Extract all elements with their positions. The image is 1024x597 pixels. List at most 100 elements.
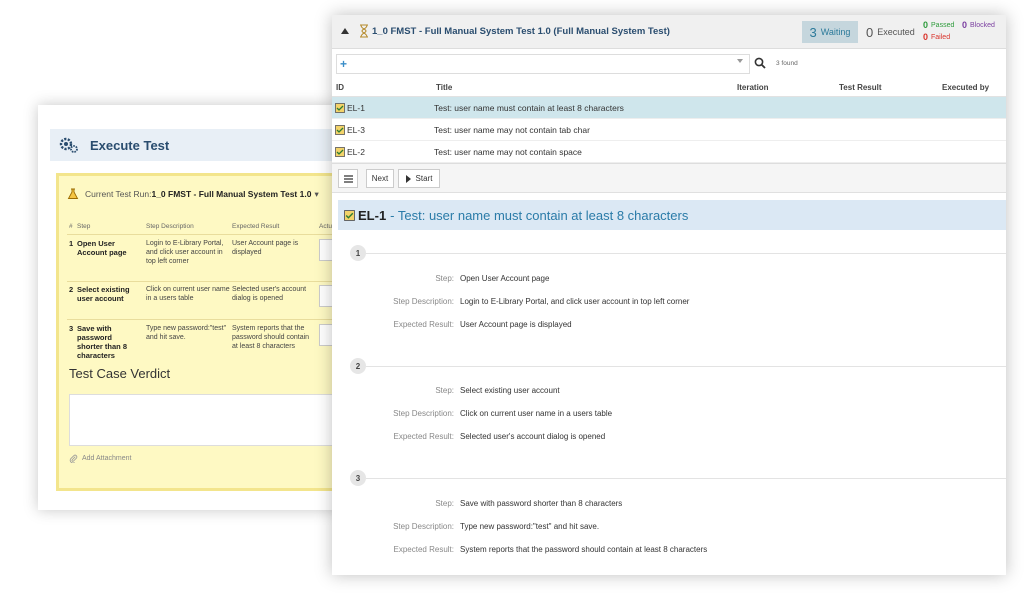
test-case-id: EL-1 [358, 207, 387, 223]
expected-result-label: Expected Result: [393, 432, 454, 441]
step-value: Save with password shorter than 8 charac… [460, 499, 623, 508]
row-title: Test: user name must contain at least 8 … [434, 103, 624, 113]
filter-dropdown-icon[interactable] [737, 59, 743, 63]
next-button[interactable]: Next [366, 169, 394, 188]
run-dropdown-caret-icon[interactable]: ▾ [314, 189, 318, 200]
col-iteration[interactable]: Iteration [737, 83, 769, 92]
step-number-badge: 3 [350, 470, 366, 486]
step-description-label: Step Description: [393, 297, 454, 306]
add-filter-icon[interactable]: + [340, 57, 347, 71]
step-number-badge: 2 [350, 358, 366, 374]
filter-input[interactable] [336, 54, 750, 74]
current-test-run-label: Current Test Run: [85, 189, 152, 199]
step-number: 3 [69, 324, 74, 333]
divider [67, 281, 343, 282]
verdict-title: Test Case Verdict [69, 366, 171, 381]
col-step: Step [77, 223, 91, 230]
blocked-filter[interactable]: 0 Blocked [962, 20, 995, 30]
expected-result-value: System reports that the password should … [460, 545, 708, 554]
start-button[interactable]: Start [398, 169, 440, 188]
expected-result-value: Selected user's account dialog is opened [460, 432, 606, 441]
current-test-run-name: 1_0 FMST - Full Manual System Test 1.0 [151, 189, 312, 199]
step-number-badge: 1 [350, 245, 366, 261]
current-test-run[interactable]: Current Test Run: 1_0 FMST - Full Manual… [67, 188, 319, 200]
col-expected-result: Expected Result [232, 223, 280, 230]
play-icon [405, 174, 411, 183]
executed-filter[interactable]: 0 Executed [866, 21, 915, 43]
search-icon[interactable] [754, 57, 766, 69]
found-count: 3 found [776, 60, 798, 67]
test-case-icon [335, 103, 345, 113]
test-case-name: - Test: user name must contain at least … [390, 207, 689, 223]
step-label: Step: [435, 274, 454, 283]
step-description-label: Step Description: [393, 522, 454, 531]
verdict-textarea[interactable] [69, 394, 339, 446]
passed-label: Passed [931, 21, 955, 29]
step-name: Open User Account page [77, 239, 127, 257]
step-description-value: Login to E-Library Portal, and click use… [460, 297, 690, 306]
table-row[interactable]: EL-3 Test: user name may not contain tab… [332, 119, 1006, 141]
executed-count: 0 [866, 24, 874, 40]
step-expected: User Account page is displayed [232, 240, 299, 256]
add-attachment-label: Add Attachment [82, 455, 132, 462]
step-description-value: Click on current user name in a users ta… [460, 409, 613, 418]
step-description: Login to E-Library Portal, and click use… [146, 240, 224, 265]
col-test-result[interactable]: Test Result [839, 83, 882, 92]
step-expected: Selected user's account dialog is opened [232, 286, 307, 302]
step-label: Step: [435, 386, 454, 395]
step-description-value: Type new password:"test" and hit save. [460, 522, 600, 531]
paperclip-icon [69, 454, 78, 463]
step-number: 2 [69, 285, 74, 294]
collapse-triangle-icon[interactable] [341, 28, 349, 34]
failed-label: Failed [931, 33, 951, 41]
flask-icon [67, 188, 79, 199]
row-title: Test: user name may not contain tab char [434, 125, 590, 135]
execute-test-header: Execute Test [50, 129, 343, 161]
row-title: Test: user name may not contain space [434, 147, 582, 157]
table-row[interactable]: EL-1 Test: user name must contain at lea… [332, 97, 1006, 119]
waiting-count: 3 [809, 24, 817, 40]
col-number: # [69, 223, 73, 230]
blocked-label: Blocked [970, 21, 995, 29]
executed-label: Executed [877, 27, 915, 37]
run-title: 1_0 FMST - Full Manual System Test 1.0 (… [372, 26, 670, 37]
test-case-icon [335, 125, 345, 135]
step-number: 1 [69, 239, 74, 248]
col-id[interactable]: ID [336, 83, 344, 92]
gears-icon [59, 137, 78, 153]
start-label: Start [415, 174, 433, 183]
menu-button[interactable] [338, 169, 358, 188]
row-id: EL-1 [347, 103, 365, 113]
passed-filter[interactable]: 0 Passed [923, 20, 954, 30]
step-divider [366, 253, 1006, 254]
waiting-label: Waiting [820, 27, 851, 37]
step-description: Click on current user name in a users ta… [146, 286, 230, 302]
col-title[interactable]: Title [436, 83, 452, 92]
blocked-count: 0 [962, 20, 968, 30]
failed-filter[interactable]: 0 Failed [923, 32, 950, 42]
step-description: Type new password:"test" and hit save. [146, 325, 227, 341]
run-header-bar: 1_0 FMST - Full Manual System Test 1.0 (… [332, 15, 1006, 49]
waiting-filter[interactable]: 3 Waiting [802, 21, 858, 43]
step-name: Select existing user account [77, 285, 130, 303]
divider [67, 319, 343, 320]
row-id: EL-2 [347, 147, 365, 157]
expected-result-label: Expected Result: [393, 545, 454, 554]
col-executed-by[interactable]: Executed by [942, 83, 989, 92]
step-divider [366, 478, 1006, 479]
passed-count: 0 [923, 20, 929, 30]
step-expected: System reports that the password should … [232, 325, 310, 350]
test-run-panel: 1_0 FMST - Full Manual System Test 1.0 (… [332, 15, 1006, 575]
test-run-card: Current Test Run: 1_0 FMST - Full Manual… [56, 173, 343, 491]
test-case-title: EL-1 - Test: user name must contain at l… [338, 200, 1006, 230]
hourglass-icon [360, 24, 368, 38]
step-value: Open User Account page [460, 274, 550, 283]
tests-table-header: ID Title Iteration Test Result Executed … [332, 79, 1006, 97]
table-row[interactable]: EL-2 Test: user name may not contain spa… [332, 141, 1006, 163]
add-attachment-link[interactable]: Add Attachment [69, 454, 131, 463]
step-label: Step: [435, 499, 454, 508]
step-value: Select existing user account [460, 386, 560, 395]
execute-test-panel: Execute Test Current Test Run: 1_0 FMST … [38, 105, 343, 510]
navigation-toolbar: Next Start [332, 163, 1006, 193]
divider [67, 234, 343, 235]
